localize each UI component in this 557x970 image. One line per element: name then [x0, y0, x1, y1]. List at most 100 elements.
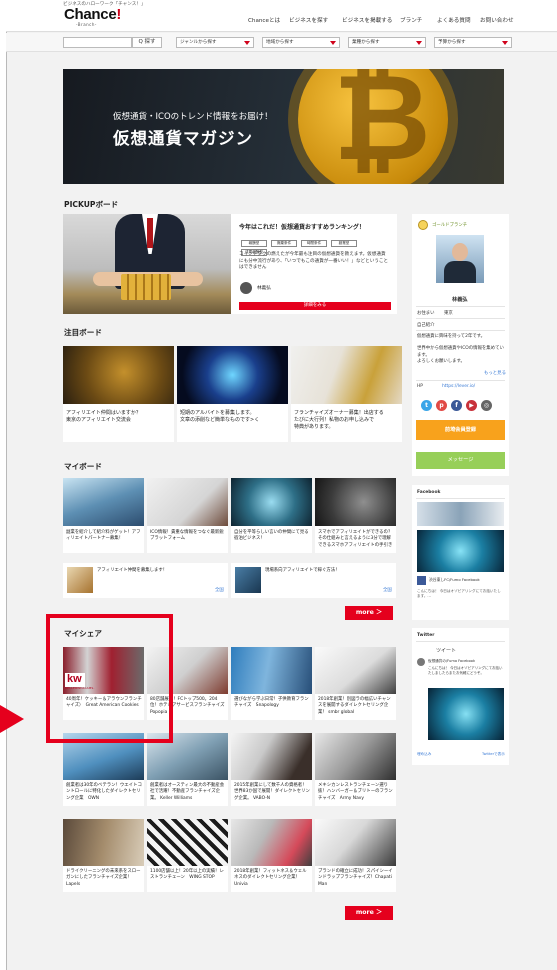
search-button[interactable]: Q 探す [132, 37, 162, 48]
myboard-more-button[interactable]: more ＞ [345, 606, 393, 620]
chevron-down-icon [416, 41, 422, 45]
myshare-card[interactable]: メキシカンレストランチェーン選り抜！ハンバーガー＆ブリトーのフランチャイズ Ar… [315, 733, 396, 806]
nav-post-business[interactable]: ビジネスを掲載する [342, 16, 392, 24]
facebook-widget: Facebook 渋谷東しFC/Fumo Facebook こんにちは！ 今日は… [412, 485, 509, 620]
card-image [231, 733, 312, 780]
facebook-post-image[interactable] [417, 530, 504, 572]
myboard-card[interactable]: スマホでアフィリエイトができるの？その仕組みと言えるように3分で理解できるスマホ… [315, 478, 396, 553]
facebook-cover-image[interactable] [417, 502, 504, 526]
search-input[interactable] [63, 37, 132, 48]
intro-text: 仮想通貨に興味を持って2年です。 世界中から仮想通貨やICOの情報を集めています… [417, 334, 504, 364]
card-image [63, 819, 144, 866]
member-register-button[interactable]: 前埼会員登録 [416, 420, 505, 440]
region-select[interactable]: 地域から探す [262, 37, 340, 48]
tie-shape [147, 218, 153, 248]
view-on-twitter-link[interactable]: Twitterで表示 [482, 752, 505, 757]
industry-select[interactable]: 業種から探す [348, 37, 426, 48]
nav-faq[interactable]: よくある質問 [437, 16, 471, 24]
myshare-card[interactable]: 2018年創業！フィットネス＆ウェルネスのダイレクトセリング企業！Univia [231, 819, 312, 892]
read-more-link[interactable]: もっと見る [484, 370, 506, 376]
myshare-card[interactable]: 選びながら学ぶ日常！子供教育フランチャイズ Snapology [231, 647, 312, 720]
nav-branch[interactable]: ブランチ [400, 16, 422, 24]
facebook-widget-title: Facebook [417, 490, 441, 495]
twitter-icon[interactable]: t [421, 400, 432, 411]
myboard-wide-card[interactable]: アフィリエイト仲間を募集します！ 全国 [63, 563, 228, 598]
highlight-box [46, 614, 173, 743]
embed-link[interactable]: 埋め込み [417, 752, 431, 757]
tweet-user[interactable]: 仮想通貨の/Fumo Facebook [428, 659, 475, 664]
hero-banner[interactable]: ₿ 仮想通貨・ICOのトレンド情報をお届け！ 仮想通貨マガジン [63, 69, 504, 184]
card-title: ICO情報！貴重な情報をつなぐ最新鋭ブラットフォーム [150, 530, 224, 542]
hp-link[interactable]: https://lever.io/ [442, 384, 475, 389]
card-title: 現場系向アフィリエイトで稼ぐ方法！ [265, 568, 340, 573]
avatar[interactable] [417, 658, 425, 666]
tag: 廃棄条件 [271, 240, 297, 247]
myshare-card[interactable]: 2018年創業！別図ラの幅広いチャンスを展開するダイレクトセリング企業！ smb… [315, 647, 396, 720]
industry-select-label: 業種から探す [352, 40, 380, 45]
budget-select[interactable]: 予算から探す [434, 37, 512, 48]
avatar[interactable] [240, 282, 252, 294]
divider [416, 330, 505, 331]
branch-badge: ゴールドブランチ [432, 223, 468, 228]
card-image [231, 819, 312, 866]
myboard-card[interactable]: 副業を紹介して紹介料がゲット！アフィリエイトパートナー募集！ [63, 478, 144, 553]
card-image [315, 647, 396, 694]
instagram-icon[interactable]: ◎ [481, 400, 492, 411]
suit-shape [444, 261, 476, 283]
profile-name: 林義弘 [452, 297, 468, 303]
facebook-icon[interactable]: f [451, 400, 462, 411]
avatar[interactable] [436, 235, 484, 283]
region-value: 東京 [444, 311, 453, 316]
tag: 報酬型 [241, 240, 267, 247]
featured-card[interactable]: 短期のアルバイトを募集します。 文章の添削など簡単なものです>く [177, 346, 288, 442]
tag: 時間条件 [301, 240, 327, 247]
pickup-title[interactable]: 今年はこれだ！仮想通貨おすすめランキング！ [239, 222, 365, 231]
facebook-page-icon [417, 576, 426, 585]
myshare-card[interactable]: 1100店舗以上！20年以上の実績！レストランチェーン WING STOP [147, 819, 228, 892]
card-region-link[interactable]: 全国 [383, 588, 392, 594]
site-logo[interactable]: Chance! [64, 7, 121, 22]
card-image [315, 733, 396, 780]
nav-contact[interactable]: お問い合わせ [480, 16, 514, 24]
card-image [63, 478, 144, 526]
featured-card[interactable]: アフィリエイト仲間はいますか？ 東京のアフィリエイト交流会 [63, 346, 174, 442]
myshare-card[interactable]: 創業者はオースティン最大の不動産会社で活躍！不動産フランチャイズ企業。 Kell… [147, 733, 228, 806]
card-region-link[interactable]: 全国 [215, 588, 224, 594]
myboard-card[interactable]: ICO情報！貴重な情報をつなぐ最新鋭ブラットフォーム [147, 478, 228, 553]
facebook-page-name[interactable]: 渋谷東しFC/Fumo Facebook [429, 577, 480, 583]
region-select-label: 地域から探す [266, 40, 294, 45]
logo-subtitle: -Branch- [76, 22, 97, 27]
card-image [63, 346, 174, 404]
myshare-card[interactable]: 2015年創業にして数千人の資格者！世界83か国で展開！ダイレクトセリング企業。… [231, 733, 312, 806]
myboard-section-title: マイボード [64, 462, 102, 471]
myshare-more-button[interactable]: more ＞ [345, 906, 393, 920]
pinterest-icon[interactable]: p [436, 400, 447, 411]
featured-card[interactable]: フランチャイズオーナー募集！出店する たびに大行列！私物のお申し込みで 特典があ… [291, 346, 402, 442]
myboard-card[interactable]: 自分を平等らしい言いの仲間にて見る宿泊ビジネス！ [231, 478, 312, 553]
pickup-image[interactable] [63, 214, 231, 314]
banner-title: 仮想通貨マガジン [113, 129, 253, 148]
tweet-image[interactable] [428, 688, 504, 740]
message-button[interactable]: メッセージ [416, 452, 505, 469]
myboard-wide-card[interactable]: 現場系向アフィリエイトで稼ぐ方法！ 全国 [231, 563, 396, 598]
divider [416, 380, 505, 381]
budget-select-label: 予算から探す [438, 40, 466, 45]
card-image [315, 478, 396, 526]
twitter-widget-title: Twitter [417, 633, 435, 638]
genre-select[interactable]: ジャンルから探す [176, 37, 254, 48]
myshare-card[interactable]: 創業者は30年のベテラン！ウエイトコントロールに特化したダイレクトセリング企業 … [63, 733, 144, 806]
myshare-card[interactable]: ブランドの確立に成功！スパイシーインドラップフランチャイズ！Chapati Ma… [315, 819, 396, 892]
divider [416, 498, 505, 499]
logo-text: Chance [64, 6, 117, 23]
coin-stack-image [121, 274, 171, 300]
nav-find-business[interactable]: ビジネスを探す [289, 16, 328, 24]
profile-card: ゴールドブランチ 林義弘 お住まい 東京 自己紹介 仮想通貨に興味を持って2年で… [412, 214, 509, 476]
nav-about[interactable]: Chanceとは [248, 16, 280, 24]
page: ビジネスのハローワーク「チャンス！」 Chance! -Branch- Chan… [6, 0, 557, 970]
card-image [177, 346, 288, 404]
youtube-icon[interactable]: ▶ [466, 400, 477, 411]
card-title: 創業者はオースティン最大の不動産会社で活躍！不動産フランチャイズ企業。 Kell… [150, 783, 225, 801]
pickup-detail-button[interactable]: 詳細をみる [239, 302, 391, 310]
pickup-user-name[interactable]: 林義弘 [257, 285, 271, 291]
myshare-card[interactable]: ドライクリーニングの未来系をスローガンにしたフランチャイズ企業！ Lapels [63, 819, 144, 892]
